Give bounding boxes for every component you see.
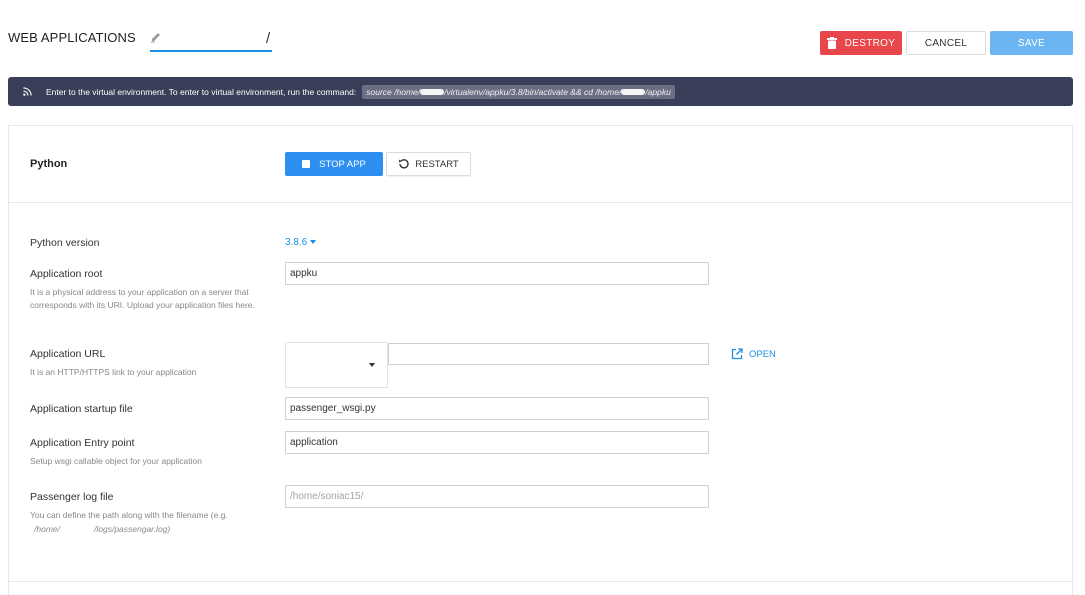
card-divider <box>8 202 1073 203</box>
app-root-label: Application root <box>30 268 103 280</box>
external-link-icon <box>731 348 743 360</box>
caret-down-icon <box>310 240 317 245</box>
entry-point-input[interactable]: application <box>285 431 709 454</box>
startup-file-input[interactable]: passenger_wsgi.py <box>285 397 709 420</box>
redacted-username <box>621 89 646 96</box>
python-version-label: Python version <box>30 237 100 249</box>
restart-icon <box>399 159 409 169</box>
stop-icon <box>302 160 311 168</box>
command-part-1: source /home/ <box>366 86 421 97</box>
stop-app-label: STOP APP <box>319 158 366 170</box>
app-path-separator: / <box>266 30 271 47</box>
app-root-help: It is a physical address to your applica… <box>30 287 255 310</box>
app-type-title: Python <box>30 158 68 170</box>
entry-point-help: Setup wsgi callable object for your appl… <box>30 456 202 466</box>
save-label: SAVE <box>1017 37 1046 49</box>
destroy-button[interactable]: DESTROY <box>820 31 902 55</box>
restart-label: RESTART <box>415 158 459 170</box>
app-url-label: Application URL <box>30 348 106 360</box>
log-file-input[interactable]: /home/soniac15/ <box>285 485 709 508</box>
python-version-dropdown[interactable]: 3.8.6 <box>285 237 317 248</box>
page-title: WEB APPLICATIONS <box>8 30 136 45</box>
entry-point-label: Application Entry point <box>30 437 135 449</box>
app-name-input-underline[interactable] <box>150 50 272 52</box>
redacted-username <box>420 89 445 96</box>
app-root-input[interactable]: appku <box>285 262 709 285</box>
app-url-input[interactable] <box>388 343 709 365</box>
open-url-link[interactable]: OPEN <box>731 348 776 360</box>
python-version-value: 3.8.6 <box>285 237 308 248</box>
stop-app-button[interactable]: STOP APP <box>285 152 383 176</box>
startup-file-label: Application startup file <box>30 403 133 415</box>
pencil-icon[interactable] <box>150 30 162 44</box>
banner-message: Enter to the virtual environment. To ent… <box>46 86 357 97</box>
card-divider <box>8 581 1073 582</box>
destroy-label: DESTROY <box>844 37 896 49</box>
cancel-label: CANCEL <box>924 37 968 49</box>
log-file-help: You can define the path along with the f… <box>30 510 228 520</box>
trash-icon <box>826 37 837 49</box>
save-button[interactable]: SAVE <box>990 31 1073 55</box>
log-file-label: Passenger log file <box>30 491 114 503</box>
log-file-help-path: /home/ /logs/passengar.log) <box>34 523 234 536</box>
open-label: OPEN <box>749 348 776 360</box>
app-url-help: It is an HTTP/HTTPS link to your applica… <box>30 367 197 377</box>
cancel-button[interactable]: CANCEL <box>906 31 986 55</box>
restart-button[interactable]: RESTART <box>386 152 471 176</box>
domain-select[interactable] <box>285 342 388 388</box>
log-help-path-2: /logs/passengar.log) <box>94 524 171 534</box>
command-part-3: /appku <box>645 86 671 97</box>
caret-down-icon <box>369 363 375 367</box>
command-part-2: /virtualenv/appku/3.8/bin/activate && cd… <box>444 86 622 97</box>
log-help-path-1: /home/ <box>34 524 60 534</box>
virtualenv-banner: Enter to the virtual environment. To ent… <box>8 77 1073 106</box>
banner-command: source /home/ /virtualenv/appku/3.8/bin/a… <box>362 84 675 99</box>
rss-icon <box>23 87 32 96</box>
